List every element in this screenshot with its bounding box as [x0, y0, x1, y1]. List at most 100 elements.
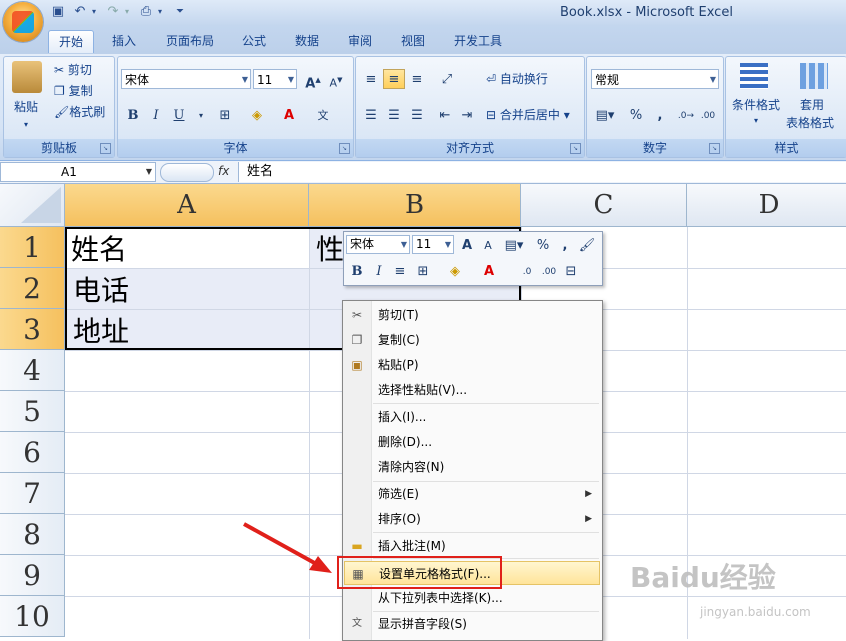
menu-item-delete[interactable]: 删除(D)...: [344, 430, 600, 454]
format-painter-button[interactable]: 🖌格式刷: [54, 102, 105, 122]
increase-decimal-icon[interactable]: .0→: [675, 105, 697, 125]
tab-formulas[interactable]: 公式: [232, 30, 276, 52]
grow-font-button[interactable]: A▲: [302, 69, 324, 91]
tab-review[interactable]: 审阅: [338, 30, 382, 52]
align-middle-icon[interactable]: ≡: [383, 69, 405, 89]
clipboard-launcher-icon[interactable]: ↘: [100, 143, 111, 154]
row-header-4[interactable]: 4: [0, 350, 65, 391]
column-header-d[interactable]: D: [687, 184, 846, 227]
font-launcher-icon[interactable]: ↘: [339, 143, 350, 154]
row-header-7[interactable]: 7: [0, 473, 65, 514]
column-header-a[interactable]: A: [65, 184, 309, 227]
menu-item-clear-contents[interactable]: 清除内容(N): [344, 455, 600, 479]
mini-font-size-combo[interactable]: 11 ▼: [412, 235, 454, 254]
increase-indent-icon[interactable]: ⇥: [456, 105, 478, 125]
mini-increase-decimal-icon[interactable]: .0: [516, 261, 538, 281]
align-bottom-icon[interactable]: ≡: [406, 69, 428, 89]
cell-a3[interactable]: 地址: [73, 311, 129, 352]
menu-item-sort[interactable]: 排序(O) ▶: [344, 507, 600, 531]
fill-color-icon[interactable]: ◈: [246, 105, 268, 125]
menu-item-filter[interactable]: 筛选(E) ▶: [344, 482, 600, 506]
mini-merge-icon[interactable]: ⊟: [560, 261, 582, 281]
font-name-combo[interactable]: 宋体 ▼: [121, 69, 251, 89]
mini-number-format-icon[interactable]: ▤▾: [500, 235, 528, 255]
underline-dropdown-icon[interactable]: ▾: [190, 105, 212, 125]
save-icon[interactable]: ▣: [50, 4, 66, 20]
paste-button[interactable]: 粘贴: [14, 97, 38, 117]
cut-button[interactable]: ✂ 剪切: [54, 60, 92, 80]
number-launcher-icon[interactable]: ↘: [709, 143, 720, 154]
mini-percent-button[interactable]: %: [532, 235, 554, 255]
format-as-table-line1[interactable]: 套用: [800, 95, 824, 115]
mini-shrink-font-button[interactable]: A: [477, 235, 499, 255]
row-header-1[interactable]: 1: [0, 227, 65, 268]
tab-page-layout[interactable]: 页面布局: [156, 30, 224, 52]
row-header-9[interactable]: 9: [0, 555, 65, 596]
tab-home[interactable]: 开始: [48, 30, 95, 53]
formula-bar-resize-handle[interactable]: [160, 163, 214, 182]
number-format-combo[interactable]: 常规 ▼: [591, 69, 719, 89]
font-color-icon[interactable]: A: [278, 105, 300, 125]
cell-a2[interactable]: 电话: [73, 270, 129, 311]
name-box[interactable]: A1 ▼: [0, 162, 156, 182]
font-size-combo[interactable]: 11 ▼: [253, 69, 297, 89]
tab-insert[interactable]: 插入: [102, 30, 146, 52]
mini-center-icon[interactable]: ≡: [389, 261, 411, 281]
tab-view[interactable]: 视图: [391, 30, 435, 52]
row-header-6[interactable]: 6: [0, 432, 65, 473]
undo-dropdown-icon[interactable]: ▾: [86, 4, 102, 20]
chevron-down-icon[interactable]: ▼: [146, 163, 152, 181]
menu-item-insert-comment[interactable]: ▬ 插入批注(M): [344, 534, 600, 558]
row-header-2[interactable]: 2: [0, 268, 65, 309]
qat-dropdown-icon[interactable]: ▾: [152, 4, 168, 20]
decrease-indent-icon[interactable]: ⇤: [434, 105, 456, 125]
paste-dropdown-icon[interactable]: ▾: [24, 115, 28, 135]
mini-font-name-combo[interactable]: 宋体 ▼: [346, 235, 410, 254]
borders-icon[interactable]: ⊞: [214, 105, 236, 125]
italic-button[interactable]: I: [145, 105, 167, 125]
tab-data[interactable]: 数据: [285, 30, 329, 52]
menu-item-pick-from-list[interactable]: 从下拉列表中选择(K)...: [344, 586, 600, 610]
mini-decrease-decimal-icon[interactable]: .00: [538, 261, 560, 281]
row-header-3[interactable]: 3: [0, 309, 65, 350]
bold-button[interactable]: B: [122, 105, 144, 125]
shrink-font-button[interactable]: A▼: [325, 69, 347, 90]
wrap-text-button[interactable]: ⏎ 自动换行: [486, 69, 548, 89]
menu-item-paste[interactable]: ▣ 粘贴(P): [344, 353, 600, 377]
menu-item-show-phonetic[interactable]: 文 显示拼音字段(S): [344, 612, 600, 636]
cell-a1[interactable]: 姓名: [71, 229, 127, 270]
menu-item-cut[interactable]: ✂ 剪切(T): [344, 303, 600, 327]
format-as-table-icon[interactable]: [800, 63, 828, 89]
select-all-button[interactable]: [0, 184, 65, 227]
menu-item-copy[interactable]: ❐ 复制(C): [344, 328, 600, 352]
formula-input[interactable]: 姓名: [238, 162, 846, 182]
merge-center-button[interactable]: ⊟ 合并后居中 ▾: [486, 105, 570, 125]
menu-item-insert[interactable]: 插入(I)...: [344, 405, 600, 429]
mini-bold-button[interactable]: B: [346, 261, 368, 281]
currency-icon[interactable]: ▤▾: [591, 105, 619, 125]
mini-fill-color-icon[interactable]: ◈: [444, 261, 466, 281]
comma-button[interactable]: ,: [649, 105, 671, 125]
alignment-launcher-icon[interactable]: ↘: [570, 143, 581, 154]
menu-item-paste-special[interactable]: 选择性粘贴(V)...: [344, 378, 600, 402]
copy-button[interactable]: ❐ 复制: [54, 81, 93, 101]
align-left-icon[interactable]: ☰: [360, 105, 382, 125]
decrease-decimal-icon[interactable]: .00: [697, 105, 719, 125]
format-as-table-line2[interactable]: 表格格式: [786, 113, 834, 133]
paste-icon[interactable]: [12, 61, 42, 93]
align-top-icon[interactable]: ≡: [360, 69, 382, 89]
percent-button[interactable]: %: [625, 105, 647, 125]
align-right-icon[interactable]: ☰: [406, 105, 428, 125]
mini-grow-font-button[interactable]: A: [456, 235, 478, 255]
office-button[interactable]: [3, 2, 43, 42]
column-header-c[interactable]: C: [521, 184, 687, 227]
conditional-format-dropdown-icon[interactable]: ▾: [754, 111, 758, 131]
conditional-format-icon[interactable]: [740, 63, 768, 89]
orientation-icon[interactable]: ⤢: [436, 69, 458, 89]
customize-qat-icon[interactable]: ⏷: [172, 4, 188, 20]
cell-b1[interactable]: 性: [316, 229, 344, 270]
row-header-10[interactable]: 10: [0, 596, 65, 637]
mini-italic-button[interactable]: I: [368, 261, 390, 281]
mini-comma-button[interactable]: ,: [554, 235, 576, 255]
tab-developer[interactable]: 开发工具: [444, 30, 512, 52]
